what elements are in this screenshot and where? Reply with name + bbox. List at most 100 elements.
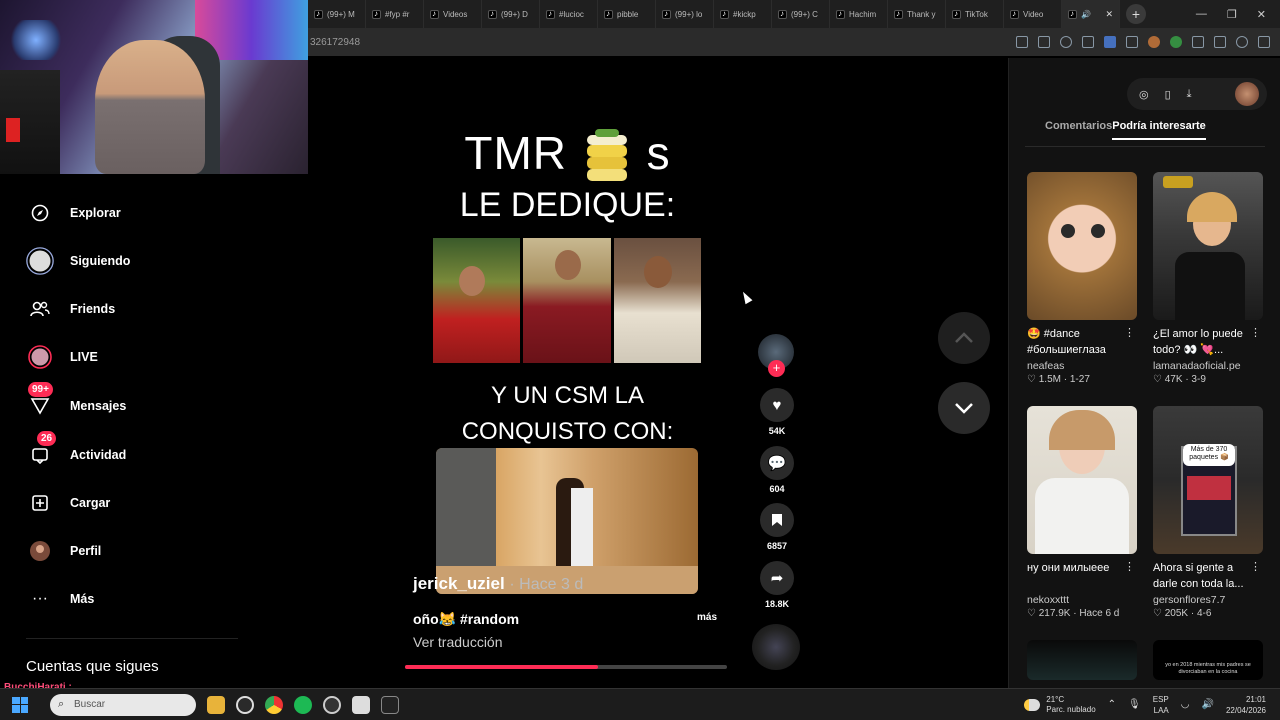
- suggested-video-card[interactable]: ну они милыеее nekoxxttt ♡ 217.9K · Hace…: [1027, 406, 1137, 619]
- browser-tab[interactable]: Hachim: [830, 0, 888, 28]
- sidebar-item-mas[interactable]: ··· Más: [0, 579, 240, 619]
- browser-tab[interactable]: #kickp: [714, 0, 772, 28]
- zoom-icon[interactable]: [1060, 36, 1072, 48]
- windows-start-icon[interactable]: [12, 696, 28, 713]
- card-author[interactable]: nekoxxttt: [1027, 594, 1137, 606]
- next-video-button[interactable]: [938, 382, 990, 434]
- video-thumbnail[interactable]: [1027, 640, 1137, 680]
- video-progress-bar[interactable]: [405, 665, 727, 669]
- comment-action[interactable]: 💬 604: [758, 446, 796, 494]
- suggested-video-card[interactable]: [1027, 640, 1137, 680]
- close-window-icon[interactable]: ✕: [1257, 8, 1266, 21]
- sidebar-item-mensajes[interactable]: 99+ Mensajes: [0, 382, 240, 426]
- speaker-icon[interactable]: 🔊: [1081, 10, 1091, 19]
- share-action[interactable]: ➦ 18.8K: [758, 561, 796, 609]
- card-author[interactable]: neafeas: [1027, 360, 1137, 372]
- extension-orange-icon[interactable]: [1148, 36, 1160, 48]
- follow-plus-button[interactable]: +: [768, 360, 785, 377]
- browser-tab[interactable]: Thank y: [888, 0, 946, 28]
- compass-icon[interactable]: ◎: [1139, 88, 1149, 101]
- card-author[interactable]: lamanadaoficial.pe: [1153, 360, 1263, 372]
- card-menu-icon[interactable]: ⋮: [1124, 326, 1135, 339]
- browser-tab[interactable]: #fyp #r: [366, 0, 424, 28]
- extension-wave-icon[interactable]: [1126, 36, 1138, 48]
- volume-icon[interactable]: 🔊: [1202, 699, 1214, 710]
- extension-blue-icon[interactable]: [1104, 36, 1116, 48]
- install-icon[interactable]: [1038, 36, 1050, 48]
- sidebar-item-friends[interactable]: Friends: [0, 289, 240, 329]
- translate-icon[interactable]: [1016, 36, 1028, 48]
- bookmark-icon[interactable]: [760, 503, 794, 537]
- comment-icon[interactable]: 💬: [760, 446, 794, 480]
- suggested-video-card[interactable]: Más de 370 paquetes 📦 Ahora si gente a d…: [1153, 406, 1263, 619]
- mobile-icon[interactable]: ▯: [1165, 88, 1171, 101]
- browser-tab-active[interactable]: 🔊✕: [1062, 0, 1120, 28]
- tab-search-icon[interactable]: [1214, 36, 1226, 48]
- browser-tab[interactable]: (99+) D: [482, 0, 540, 28]
- download-icon[interactable]: ⤓: [1187, 88, 1192, 101]
- browser-tab[interactable]: (99+) lo: [656, 0, 714, 28]
- url-text[interactable]: 326172948: [308, 37, 360, 48]
- sidebar-item-siguiendo[interactable]: Siguiendo: [0, 241, 240, 281]
- card-menu-icon[interactable]: ⋮: [1250, 326, 1261, 339]
- obs-icon[interactable]: [323, 695, 341, 714]
- overwatch-icon[interactable]: [236, 695, 254, 714]
- share-icon[interactable]: ➦: [760, 561, 794, 595]
- previous-video-button[interactable]: [938, 312, 990, 364]
- maximize-icon[interactable]: ❐: [1227, 8, 1237, 21]
- microphone-icon[interactable]: 🎙: [1128, 699, 1141, 710]
- file-explorer-icon[interactable]: [207, 695, 225, 714]
- sidebar-item-actividad[interactable]: 26 Actividad: [0, 431, 240, 475]
- browser-tab[interactable]: TikTok: [946, 0, 1004, 28]
- save-action[interactable]: 6857: [758, 503, 796, 551]
- browser-tab[interactable]: (99+) M: [308, 0, 366, 28]
- extensions-puzzle-icon[interactable]: [1192, 36, 1204, 48]
- clock[interactable]: 21:01 22/04/2026: [1226, 694, 1266, 716]
- minimize-icon[interactable]: —: [1196, 8, 1207, 21]
- game-icon[interactable]: [381, 695, 399, 714]
- extension-green-icon[interactable]: [1170, 36, 1182, 48]
- language-indicator[interactable]: ESP LAA: [1153, 694, 1169, 716]
- wifi-icon[interactable]: ◡: [1181, 699, 1190, 710]
- tab-comentarios[interactable]: Comentarios: [1045, 120, 1112, 140]
- video-thumbnail[interactable]: yo en 2018 mientras mis padres se divorc…: [1153, 640, 1263, 680]
- sidebar-item-perfil[interactable]: Perfil: [0, 531, 240, 571]
- browser-tab[interactable]: #lucioc: [540, 0, 598, 28]
- translate-link[interactable]: Ver traducción: [413, 634, 503, 650]
- heart-icon[interactable]: ♥: [760, 388, 794, 422]
- weather-widget[interactable]: 21°C Parc. nublado: [1024, 695, 1096, 715]
- new-tab-button[interactable]: +: [1126, 4, 1146, 24]
- sidebar-item-live[interactable]: LIVE: [0, 337, 240, 377]
- video-username[interactable]: jerick_uziel: [413, 574, 505, 593]
- card-author[interactable]: gersonflores7.7: [1153, 594, 1263, 606]
- sound-disc[interactable]: [752, 624, 800, 670]
- tab-podria-interesarte[interactable]: Podría interesarte: [1112, 120, 1206, 140]
- suggested-video-card[interactable]: ¿El amor lo puede todo? 👀 💘... lamanadao…: [1153, 172, 1263, 385]
- browser-tab[interactable]: Video: [1004, 0, 1062, 28]
- user-avatar[interactable]: [1235, 82, 1259, 106]
- card-menu-icon[interactable]: ⋮: [1124, 560, 1135, 573]
- profile-icon[interactable]: [1236, 36, 1248, 48]
- app-icon[interactable]: [352, 695, 370, 714]
- kebab-menu-icon[interactable]: [1258, 36, 1270, 48]
- video-thumbnail[interactable]: [1153, 172, 1263, 320]
- video-thumbnail[interactable]: [1027, 406, 1137, 554]
- browser-tab[interactable]: (99+) C: [772, 0, 830, 28]
- card-menu-icon[interactable]: ⋮: [1250, 560, 1261, 573]
- sidebar-item-cargar[interactable]: Cargar: [0, 483, 240, 523]
- browser-tab[interactable]: Videos: [424, 0, 482, 28]
- video-thumbnail[interactable]: Más de 370 paquetes 📦: [1153, 406, 1263, 554]
- suggested-video-card[interactable]: yo en 2018 mientras mis padres se divorc…: [1153, 640, 1263, 680]
- spotify-icon[interactable]: [294, 695, 312, 714]
- video-thumbnail[interactable]: [1027, 172, 1137, 320]
- sidebar-item-explorar[interactable]: Explorar: [0, 193, 240, 233]
- more-description-button[interactable]: más: [697, 612, 717, 623]
- like-action[interactable]: ♥ 54K: [758, 388, 796, 436]
- taskbar-search[interactable]: ⌕ Buscar: [50, 693, 196, 716]
- chrome-icon[interactable]: [265, 695, 283, 714]
- video-player[interactable]: TMR s LE DEDIQUE: Y UN CSM LA CONQUISTO …: [405, 58, 730, 670]
- bookmark-star-icon[interactable]: [1082, 36, 1094, 48]
- browser-tab[interactable]: pibble: [598, 0, 656, 28]
- suggested-video-card[interactable]: 🤩 #dance #большиеглаза neafeas ♡ 1.5M · …: [1027, 172, 1137, 385]
- close-tab-icon[interactable]: ✕: [1105, 9, 1113, 20]
